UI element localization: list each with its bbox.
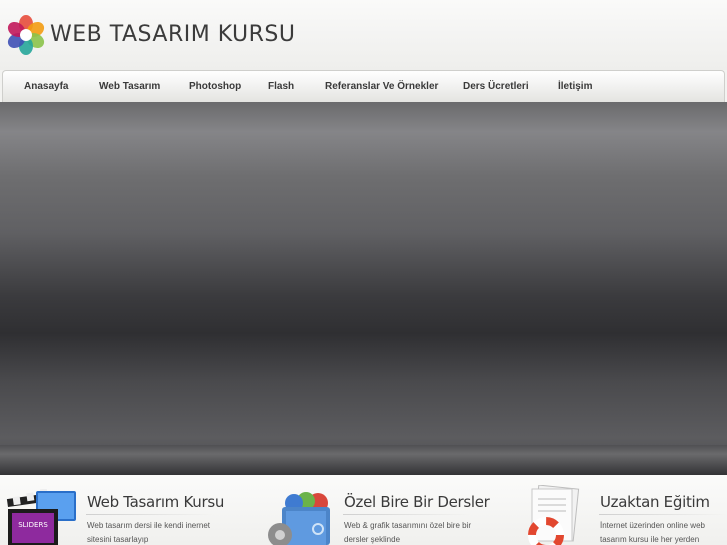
- nav-item-referanslar[interactable]: Referanslar Ve Örnekler: [325, 71, 438, 102]
- feature-divider: [86, 514, 214, 515]
- nav-item-photoshop[interactable]: Photoshop: [189, 71, 241, 102]
- nav-item-web-tasarim[interactable]: Web Tasarım: [99, 71, 160, 102]
- feature-title[interactable]: Özel Bire Bir Dersler: [344, 493, 490, 511]
- nav-item-anasayfa[interactable]: Anasayfa: [24, 71, 68, 102]
- nav-item-ders-ucretleri[interactable]: Ders Ücretleri: [463, 71, 529, 102]
- feature-web-tasarim: SLIDERS Web Tasarım Kursu Web tasarım de…: [0, 475, 240, 545]
- film-clapper-icon: SLIDERS: [6, 489, 76, 545]
- main-nav: Anasayfa Web Tasarım Photoshop Flash Ref…: [2, 70, 725, 102]
- feature-divider: [343, 514, 471, 515]
- feature-description: Web tasarım dersi ile kendi inernet site…: [87, 521, 211, 544]
- sliders-icon-label: SLIDERS: [18, 521, 48, 529]
- hero-slider[interactable]: [0, 102, 727, 475]
- feature-uzaktan-egitim: Uzaktan Eğitim İnternet üzerinden online…: [518, 475, 727, 545]
- flower-logo-icon[interactable]: [6, 15, 46, 55]
- nav-item-flash[interactable]: Flash: [268, 71, 294, 102]
- gear-box-icon: [268, 492, 330, 545]
- feature-ozel-dersler: Özel Bire Bir Dersler Web & grafik tasar…: [262, 475, 502, 545]
- lifebuoy-documents-icon: [528, 485, 580, 545]
- features-section: SLIDERS Web Tasarım Kursu Web tasarım de…: [0, 475, 727, 545]
- nav-item-iletisim[interactable]: İletişim: [558, 71, 592, 102]
- slider-bottom-band: [0, 445, 727, 475]
- site-logo-text[interactable]: WEB TASARIM KURSU: [50, 22, 295, 47]
- feature-description: İnternet üzerinden online web tasarım ku…: [600, 521, 705, 544]
- feature-title[interactable]: Web Tasarım Kursu: [87, 493, 224, 511]
- site-header: WEB TASARIM KURSU: [0, 0, 727, 70]
- feature-description: Web & grafik tasarımını özel bire bir de…: [344, 521, 472, 544]
- feature-title[interactable]: Uzaktan Eğitim: [600, 493, 710, 511]
- feature-divider: [599, 514, 727, 515]
